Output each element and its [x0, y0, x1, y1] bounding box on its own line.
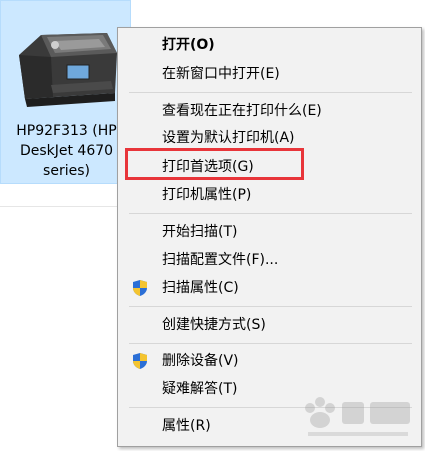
context-menu: 打开(O) 在新窗口中打开(E) 查看现在正在打印什么(E) 设置为默认打印机(…	[117, 27, 422, 447]
watermark-logo	[305, 397, 410, 436]
shield-icon	[133, 280, 147, 296]
menu-item-label: 疑难解答(T)	[162, 381, 238, 397]
menu-item-label: 查看现在正在打印什么(E)	[162, 103, 322, 119]
menu-item-open-new-window[interactable]: 在新窗口中打开(E)	[118, 61, 421, 87]
menu-item-label: 开始扫描(T)	[162, 224, 238, 240]
desktop-divider	[0, 206, 118, 207]
menu-item-scan-properties[interactable]: 扫描属性(C)	[118, 275, 421, 301]
device-item-hp-deskjet[interactable]: HP92F313 (HP DeskJet 4670 series)	[0, 0, 131, 184]
menu-separator	[129, 306, 412, 307]
menu-item-remove-device[interactable]: 删除设备(V)	[118, 348, 421, 374]
menu-item-label: 打开(O)	[162, 37, 215, 53]
menu-separator	[129, 343, 412, 344]
menu-item-label: 扫描配置文件(F)...	[162, 252, 279, 268]
device-label: HP92F313 (HP DeskJet 4670 series)	[16, 123, 117, 179]
menu-item-label: 属性(R)	[162, 418, 211, 434]
menu-separator	[129, 92, 412, 93]
highlight-annotation	[125, 148, 304, 180]
menu-item-label: 扫描属性(C)	[162, 280, 239, 296]
menu-item-see-whats-printing[interactable]: 查看现在正在打印什么(E)	[118, 98, 421, 124]
menu-item-create-shortcut[interactable]: 创建快捷方式(S)	[118, 312, 421, 338]
menu-item-open[interactable]: 打开(O)	[118, 32, 421, 58]
menu-item-label: 创建快捷方式(S)	[162, 317, 266, 333]
menu-item-scan-profiles[interactable]: 扫描配置文件(F)...	[118, 247, 421, 273]
menu-item-printer-properties[interactable]: 打印机属性(P)	[118, 182, 421, 208]
menu-item-label: 删除设备(V)	[162, 353, 239, 369]
menu-item-label: 打印机属性(P)	[162, 187, 252, 203]
menu-item-label: 设置为默认打印机(A)	[162, 130, 295, 146]
printer-icon	[19, 33, 117, 107]
shield-icon	[133, 353, 147, 369]
menu-item-start-scan[interactable]: 开始扫描(T)	[118, 219, 421, 245]
menu-item-label: 在新窗口中打开(E)	[162, 66, 280, 82]
menu-separator	[129, 213, 412, 214]
